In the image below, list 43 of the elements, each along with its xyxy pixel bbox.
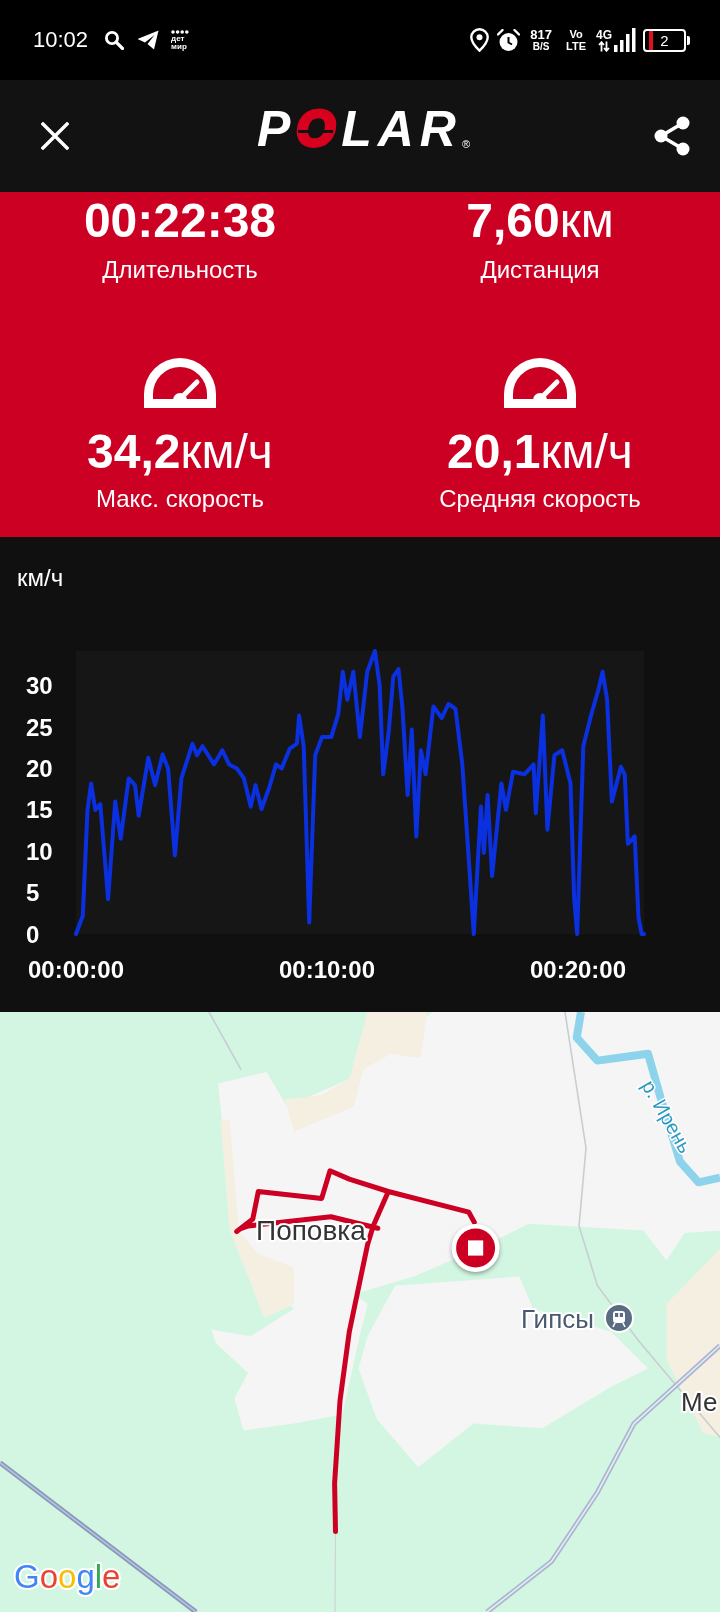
x-tick-label: 00:10:00 xyxy=(278,956,376,983)
train-station-icon xyxy=(604,1303,634,1333)
app-logo-dots-icon xyxy=(171,29,190,34)
network-speed-unit: B/S xyxy=(532,41,550,52)
google-logo: Google xyxy=(14,1558,121,1595)
stat-value: 20,1км/ч xyxy=(447,426,633,478)
stat-value: 34,2км/ч xyxy=(87,426,273,478)
stop-marker-icon xyxy=(451,1224,500,1272)
stat-label: Средняя скорость xyxy=(439,484,641,514)
battery-indicator: 2 xyxy=(643,28,690,52)
axis-unit-label: км/ч xyxy=(16,564,64,592)
alarm-clock-icon xyxy=(497,28,521,52)
data-arrows-icon xyxy=(598,40,610,52)
network-type-label: 4G xyxy=(596,28,612,41)
location-pin-icon xyxy=(470,28,490,52)
stat-value: 7,60км xyxy=(466,195,614,247)
y-tick-label: 15 xyxy=(26,796,53,824)
search-icon xyxy=(104,30,125,50)
app-notification-label: дет мир xyxy=(171,34,187,51)
network-speed-value: 817 xyxy=(530,28,552,41)
place-label: Гипсы xyxy=(521,1304,594,1334)
stat-label: Макс. скорость xyxy=(96,484,264,514)
y-tick-label: 30 xyxy=(26,672,53,700)
share-icon xyxy=(653,116,691,156)
paper-plane-icon xyxy=(137,30,160,50)
place-label: Ме xyxy=(681,1387,718,1417)
close-icon xyxy=(41,122,69,150)
stat-value: 00:22:38 xyxy=(83,195,277,247)
y-tick-label: 10 xyxy=(26,837,53,865)
volte-indicator: Vo LTE xyxy=(566,28,586,52)
x-tick-label: 00:00:00 xyxy=(27,956,125,983)
x-tick-label: 00:20:00 xyxy=(529,956,627,983)
y-tick-label: 20 xyxy=(26,755,53,782)
place-label: Поповка xyxy=(256,1215,366,1246)
stat-label: Дистанция xyxy=(480,255,600,285)
y-tick-label: 25 xyxy=(26,713,53,741)
stat-label: Длительность xyxy=(102,255,258,285)
speedometer-icon xyxy=(504,358,576,408)
y-tick-label: 5 xyxy=(26,879,40,907)
y-tick-label: 0 xyxy=(26,920,40,948)
speedometer-icon xyxy=(144,358,216,408)
signal-bars-icon xyxy=(614,28,636,52)
clock-time: 10:02 xyxy=(33,27,89,53)
